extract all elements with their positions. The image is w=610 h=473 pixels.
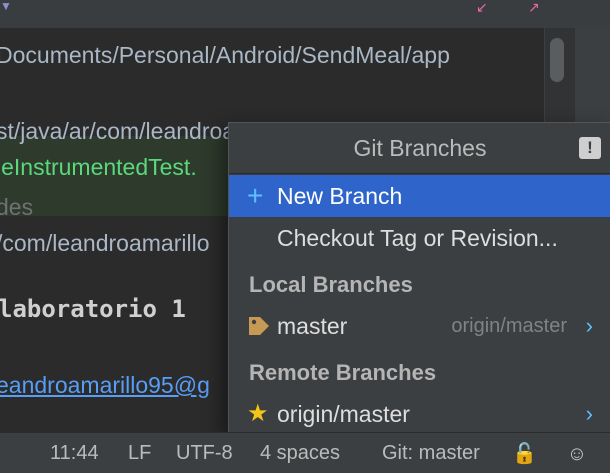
hector-icon[interactable]: ☺: [566, 443, 588, 465]
checkout-tag-item[interactable]: Checkout Tag or Revision...: [229, 217, 610, 259]
editor-tab-strip: ▼ ↙ ↗: [0, 0, 610, 28]
chevron-right-icon: ›: [585, 313, 593, 338]
editor-line-lab: laboratorio 1: [0, 295, 186, 323]
editor-line-test-class: leInstrumentedTest.: [0, 154, 197, 180]
plus-icon: +: [247, 180, 264, 211]
chevron-right-icon: ›: [585, 401, 593, 426]
star-icon: ★: [247, 400, 269, 427]
git-branches-popup: Git Branches ! + New Branch Checkout Tag…: [228, 122, 610, 434]
tag-icon: [249, 317, 269, 335]
editor-line-des: des: [0, 194, 34, 220]
caret-position[interactable]: 11:44: [50, 433, 99, 473]
local-branch-master[interactable]: master origin/master ›: [229, 305, 610, 347]
status-bar: 11:44 LF UTF-8 4 spaces Git: master 🔓 ☺: [0, 432, 610, 473]
lock-icon[interactable]: 🔓: [512, 443, 537, 465]
remote-branch-name: origin/master: [277, 401, 410, 427]
info-icon[interactable]: !: [579, 137, 601, 159]
local-branches-header: Local Branches: [249, 272, 413, 297]
expand-arrow-icon[interactable]: ↗: [528, 0, 540, 14]
git-branch-widget[interactable]: Git: master: [382, 433, 480, 473]
remote-branch-origin-master[interactable]: ★ origin/master ›: [229, 393, 610, 435]
new-branch-label: New Branch: [277, 183, 403, 209]
remote-branches-header: Remote Branches: [249, 360, 437, 385]
collapse-arrow-icon[interactable]: ↙: [476, 0, 488, 14]
local-branch-tracking: origin/master: [451, 315, 567, 337]
popup-title: Git Branches !: [229, 123, 610, 174]
new-branch-item[interactable]: + New Branch: [229, 175, 610, 217]
editor-line-com: /com/leandroamarillo: [0, 230, 210, 256]
popup-title-text: Git Branches: [353, 135, 487, 161]
editor-scrollbar-thumb[interactable]: [550, 38, 564, 82]
editor-line-path: Documents/Personal/Android/SendMeal/app: [0, 42, 450, 68]
file-encoding[interactable]: UTF-8: [176, 433, 233, 473]
checkout-tag-label: Checkout Tag or Revision...: [277, 225, 558, 251]
editor-line-email[interactable]: eandroamarillo95@g: [0, 370, 210, 400]
tab-marker-icon: ▼: [0, 0, 12, 13]
line-separator[interactable]: LF: [128, 433, 151, 473]
local-branch-name: master: [277, 313, 348, 339]
indent-setting[interactable]: 4 spaces: [260, 433, 340, 473]
